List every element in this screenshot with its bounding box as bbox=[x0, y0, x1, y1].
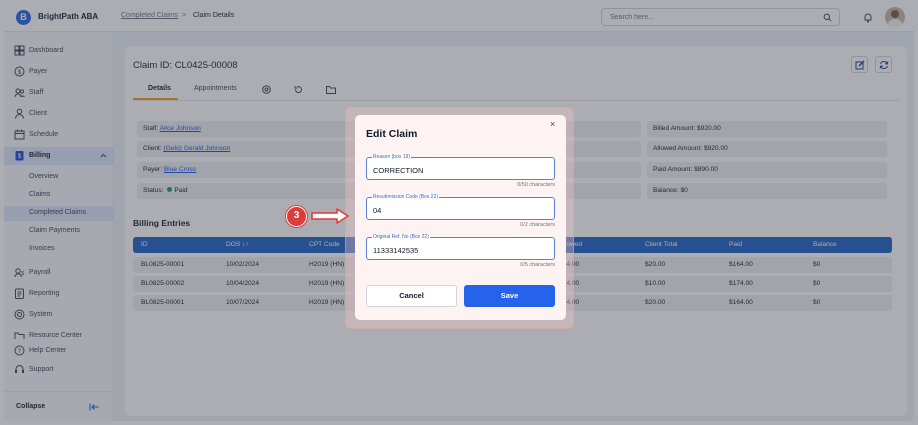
original-ref-label: Original Ref. No (Box 22) bbox=[372, 234, 430, 241]
save-button[interactable]: Save bbox=[464, 285, 555, 307]
original-ref-value: 11333142535 bbox=[373, 246, 419, 255]
edit-claim-dialog: Edit Claim × Reason (box 19) CORRECTION … bbox=[355, 115, 566, 320]
original-ref-field[interactable]: Original Ref. No (Box 22) 11333142535 bbox=[366, 234, 555, 260]
annotation-arrow-icon bbox=[311, 208, 349, 224]
resubmission-char-count: 0/2 characters bbox=[520, 222, 555, 228]
close-icon[interactable]: × bbox=[550, 119, 555, 129]
reason-field-value: CORRECTION bbox=[373, 166, 424, 175]
cancel-button[interactable]: Cancel bbox=[366, 285, 457, 307]
reason-field-label: Reason (box 19) bbox=[372, 154, 411, 161]
resubmission-code-field[interactable]: Resubmission Code (Box 22) 04 bbox=[366, 194, 555, 220]
step-number-badge: 3 bbox=[286, 206, 307, 227]
dialog-title: Edit Claim bbox=[366, 128, 418, 140]
reason-char-count: 0/50 characters bbox=[517, 182, 555, 188]
resubmission-code-value: 04 bbox=[373, 206, 382, 215]
reason-field[interactable]: Reason (box 19) CORRECTION bbox=[366, 154, 555, 180]
original-ref-char-count: 0/5 characters bbox=[520, 262, 555, 268]
resubmission-code-label: Resubmission Code (Box 22) bbox=[372, 194, 440, 201]
